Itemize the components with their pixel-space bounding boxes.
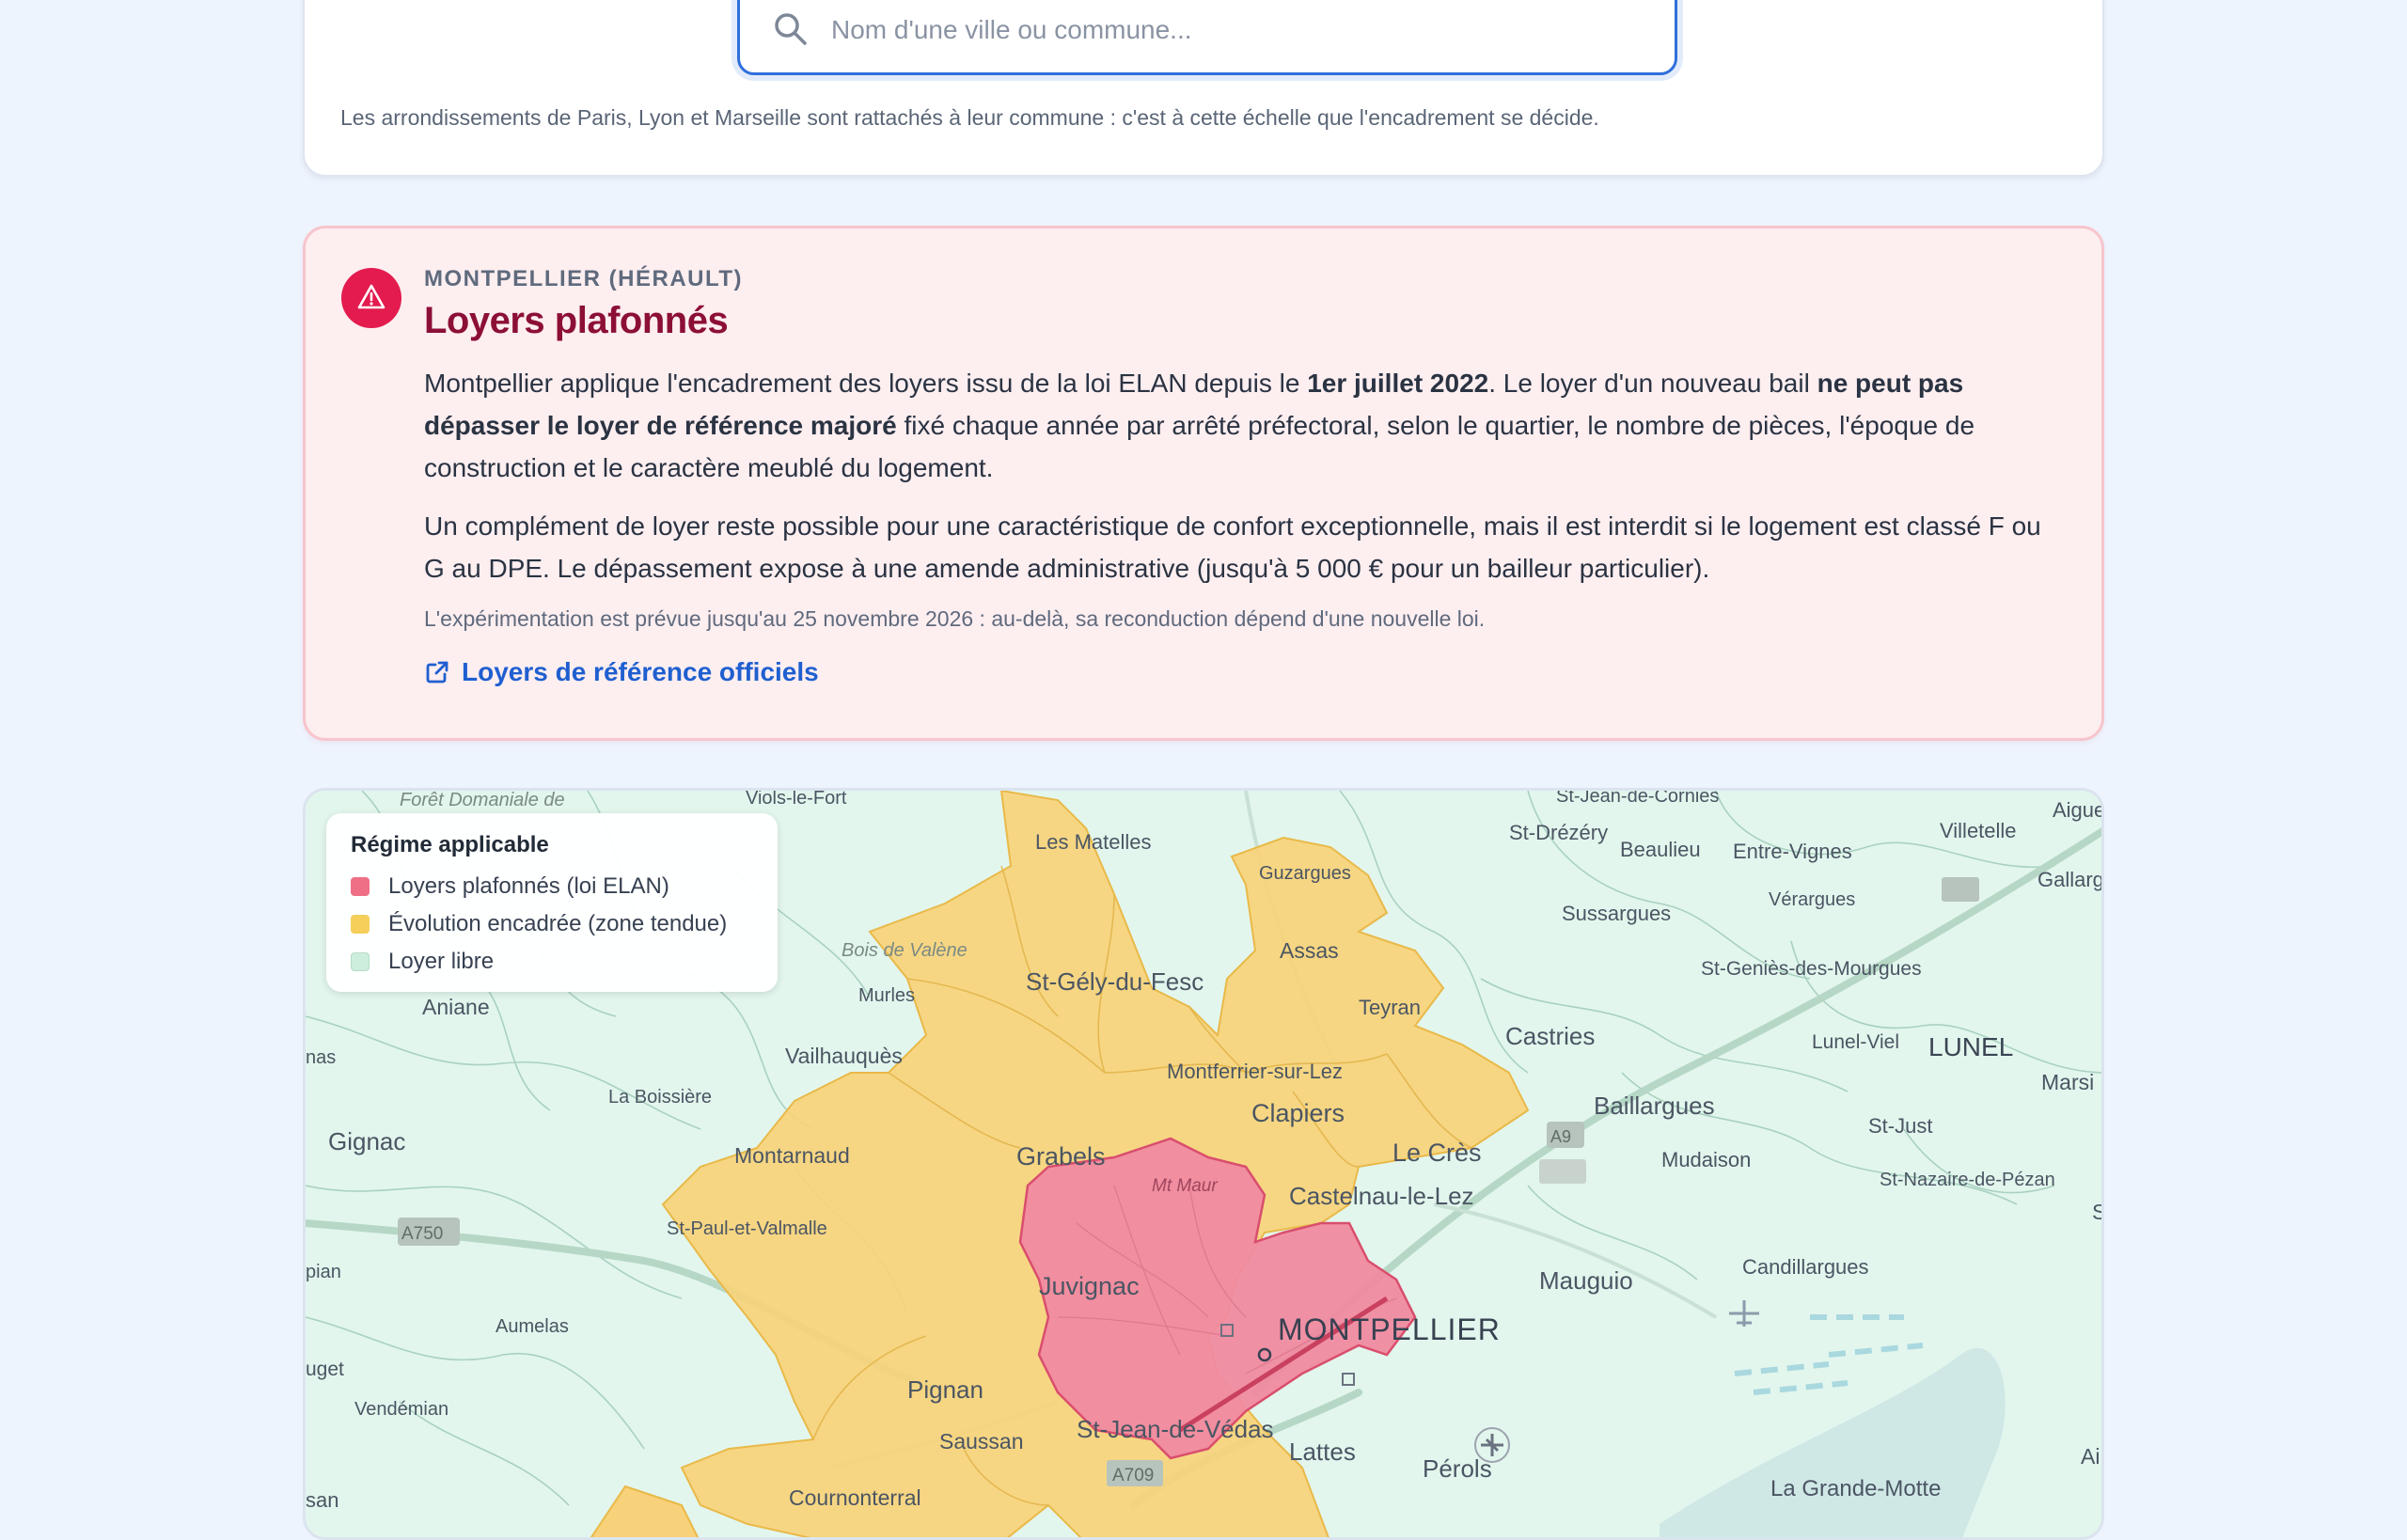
map[interactable]: Forêt Domaniale de Viols-le-Fort St-Jean…: [303, 788, 2104, 1540]
label-stnazaire: St-Nazaire-de-Pézan: [1880, 1170, 2055, 1190]
label-puget: uget: [306, 1359, 344, 1380]
label-aigues: Aigue: [2053, 798, 2104, 822]
label-gallargues: Gallarg: [2037, 868, 2104, 891]
label-saussan: Saussan: [939, 1429, 1024, 1454]
search-input[interactable]: [829, 7, 1642, 54]
label-lecres: Le Crès: [1392, 1139, 1482, 1167]
legend-swatch-green: [351, 952, 370, 971]
label-montarnaud: Montarnaud: [734, 1143, 850, 1168]
result-card: MONTPELLIER (HÉRAULT) Loyers plafonnés M…: [303, 226, 2104, 741]
label-stdrezery: St-Drézéry: [1509, 821, 1608, 844]
label-candillargues: Candillargues: [1742, 1255, 1869, 1279]
label-stgenies: St-Geniès-des-Mourgues: [1701, 958, 1922, 980]
label-aniane: Aniane: [422, 995, 490, 1019]
label-beaulieu: Beaulieu: [1620, 838, 1701, 861]
label-pignan: Pignan: [907, 1375, 983, 1404]
warning-icon: [341, 268, 401, 328]
legend-item-encadree: Évolution encadrée (zone tendue): [351, 911, 727, 937]
label-stjeancornies: St-Jean-de-Cornies: [1556, 791, 1719, 807]
legend-swatch-yellow: [351, 915, 370, 934]
label-perols: Pérols: [1423, 1454, 1492, 1483]
label-castries: Castries: [1505, 1022, 1595, 1050]
map-legend: Régime applicable Loyers plafonnés (loi …: [326, 813, 778, 992]
result-paragraph-1: Montpellier applique l'encadrement des l…: [424, 362, 2051, 489]
label-aumelas: Aumelas: [496, 1316, 569, 1337]
label-foret: Forêt Domaniale de: [400, 791, 565, 810]
legend-swatch-red: [351, 877, 370, 896]
label-vailhauques: Vailhauquès: [785, 1044, 903, 1068]
legend-label: Évolution encadrée (zone tendue): [388, 911, 728, 936]
legend-title: Régime applicable: [351, 832, 549, 857]
label-clapiers: Clapiers: [1251, 1099, 1345, 1127]
label-stjeanvedas: St-Jean-de-Védas: [1077, 1415, 1274, 1443]
label-viols: Viols-le-Fort: [746, 791, 847, 809]
label-a709: A709: [1112, 1466, 1154, 1485]
label-castelnau: Castelnau-le-Lez: [1289, 1182, 1474, 1210]
p1-date: 1er juillet 2022: [1307, 369, 1489, 398]
result-title: Loyers plafonnés: [424, 300, 729, 341]
legend-label: Loyer libre: [388, 949, 495, 974]
label-matelles: Les Matelles: [1035, 830, 1152, 854]
label-lagrandemotte: La Grande-Motte: [1770, 1476, 1941, 1501]
label-lattes: Lattes: [1289, 1438, 1356, 1466]
label-stjust: St-Just: [1868, 1114, 1932, 1138]
legend-item-libre: Loyer libre: [351, 949, 494, 975]
label-guzargues: Guzargues: [1259, 863, 1351, 884]
label-assas: Assas: [1280, 938, 1339, 963]
label-montpellier: MONTPELLIER: [1278, 1312, 1501, 1346]
official-references-label: Loyers de référence officiels: [462, 657, 819, 686]
label-grabels: Grabels: [1016, 1142, 1106, 1171]
label-laboissiere: La Boissière: [608, 1087, 712, 1108]
label-nas: nas: [306, 1047, 336, 1068]
label-san: san: [306, 1488, 338, 1512]
official-references-link[interactable]: Loyers de référence officiels: [424, 657, 819, 687]
label-boisvalene: Bois de Valène: [842, 940, 968, 961]
label-murles: Murles: [858, 985, 915, 1006]
label-pian: pian: [306, 1262, 341, 1282]
p1-text-a: Montpellier applique l'encadrement des l…: [424, 369, 1308, 398]
label-sussargues: Sussargues: [1562, 902, 1671, 925]
label-cournonterral: Cournonterral: [789, 1485, 921, 1510]
p1-text-c: . Le loyer d'un nouveau bail: [1488, 369, 1817, 398]
result-footnote: L'expérimentation est prévue jusqu'au 25…: [424, 606, 1486, 631]
label-s: S: [2092, 1200, 2104, 1224]
label-a9: A9: [1550, 1127, 1571, 1146]
label-juvignac: Juvignac: [1039, 1272, 1140, 1300]
label-ai: Ai: [2081, 1444, 2100, 1469]
label-mtmaur: Mt Maur: [1152, 1176, 1218, 1196]
label-lunel: LUNEL: [1928, 1032, 2013, 1061]
label-villetelle: Villetelle: [1940, 819, 2017, 842]
label-stpaul: St-Paul-et-Valmalle: [667, 1218, 827, 1239]
label-marsi: Marsi: [2041, 1070, 2094, 1094]
label-vendemian: Vendémian: [354, 1399, 448, 1420]
label-gignac: Gignac: [328, 1127, 405, 1155]
road-shield-a9-small: [1539, 1159, 1586, 1184]
search-card: Les arrondissements de Paris, Lyon et Ma…: [303, 0, 2104, 177]
label-baillargues: Baillargues: [1594, 1092, 1715, 1120]
label-montferrier: Montferrier-sur-Lez: [1167, 1060, 1343, 1083]
label-mudaison: Mudaison: [1661, 1148, 1751, 1171]
external-link-icon: [426, 661, 448, 684]
label-a750: A750: [401, 1224, 443, 1244]
road-shield-a9-right: [1942, 877, 1979, 902]
search-box[interactable]: [737, 0, 1677, 75]
label-mauguio: Mauguio: [1539, 1266, 1633, 1295]
legend-label: Loyers plafonnés (loi ELAN): [388, 873, 669, 899]
label-lunelviel: Lunel-Viel: [1812, 1031, 1899, 1053]
legend-item-plafonnes: Loyers plafonnés (loi ELAN): [351, 873, 669, 900]
search-icon: [775, 13, 807, 45]
result-location: MONTPELLIER (HÉRAULT): [424, 266, 744, 291]
label-stgely: St-Gély-du-Fesc: [1026, 967, 1204, 996]
search-note: Les arrondissements de Paris, Lyon et Ma…: [340, 105, 1599, 130]
label-entrevignes: Entre-Vignes: [1733, 840, 1852, 863]
label-verargues: Vérargues: [1769, 889, 1855, 910]
label-teyran: Teyran: [1359, 996, 1421, 1019]
result-paragraph-2: Un complément de loyer reste possible po…: [424, 511, 2041, 583]
